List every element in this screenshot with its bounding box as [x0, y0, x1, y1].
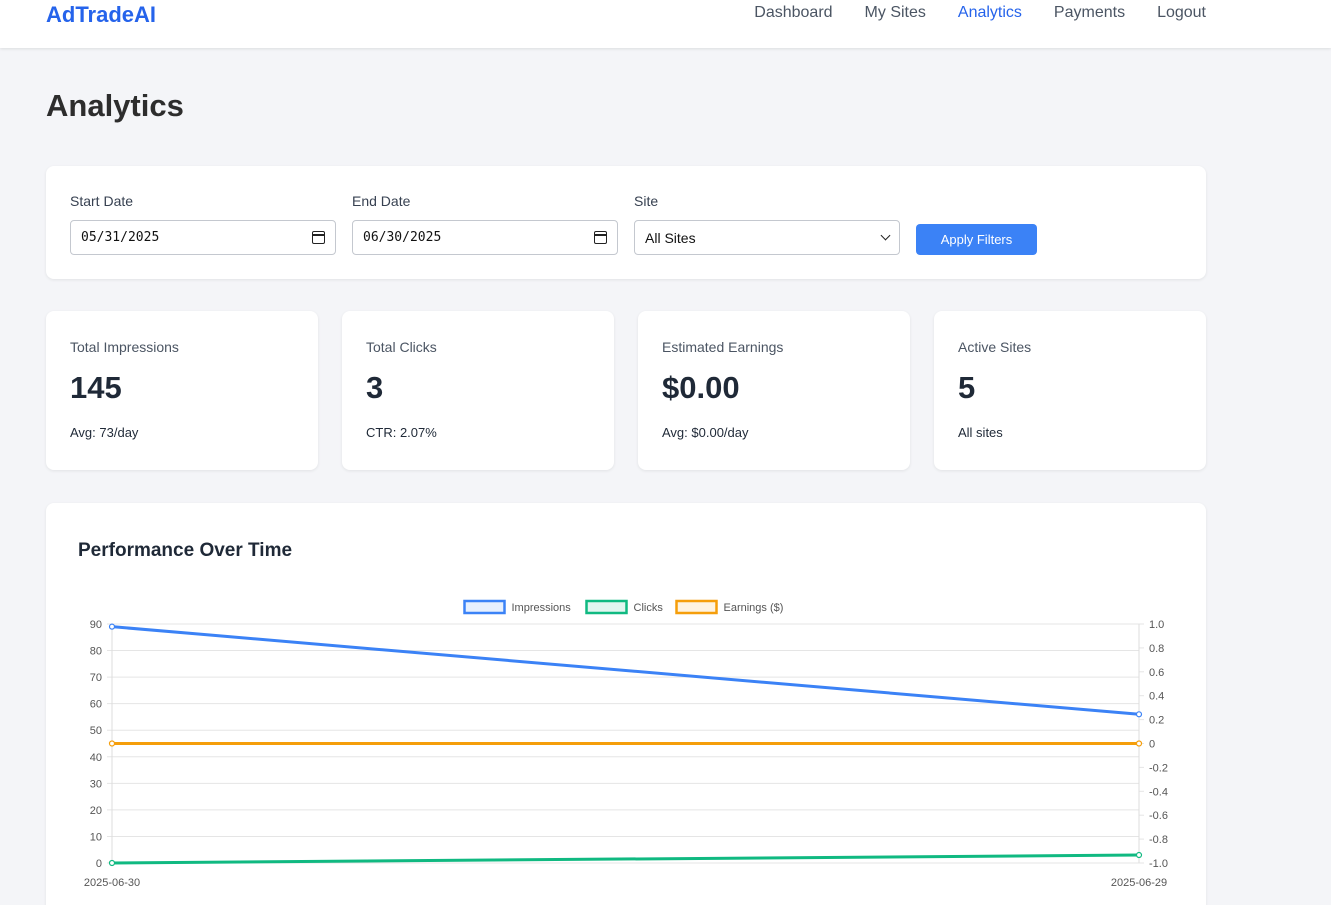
y-tick-label: 70: [90, 672, 102, 684]
apply-filters-button[interactable]: Apply Filters: [916, 224, 1037, 255]
data-point: [1135, 851, 1143, 859]
start-date-input[interactable]: 05/31/2025: [70, 220, 336, 255]
y2-tick-label: -0.6: [1149, 810, 1168, 822]
nav-analytics[interactable]: Analytics: [958, 4, 1022, 22]
calendar-icon[interactable]: [594, 231, 607, 244]
y2-tick-label: -0.8: [1149, 834, 1168, 846]
y2-tick-label: 1.0: [1149, 619, 1164, 631]
legend-label: Impressions: [512, 602, 572, 614]
data-point: [108, 740, 116, 747]
y2-tick-label: -1.0: [1149, 858, 1168, 870]
stat-card-earnings: Estimated Earnings $0.00 Avg: $0.00/day: [638, 311, 910, 470]
stat-card-impressions: Total Impressions 145 Avg: 73/day: [46, 311, 318, 470]
start-date-group: Start Date 05/31/2025: [70, 193, 336, 255]
y-tick-label: 20: [90, 805, 102, 817]
brand-logo[interactable]: AdTradeAI: [46, 2, 156, 28]
site-select-value: All Sites: [645, 229, 696, 246]
stat-label: Total Clicks: [366, 339, 437, 355]
end-date-input[interactable]: 06/30/2025: [352, 220, 618, 255]
site-select[interactable]: All Sites: [634, 220, 900, 255]
nav-logout[interactable]: Logout: [1157, 4, 1206, 22]
site-group: Site All Sites: [634, 193, 900, 255]
chevron-down-icon: [880, 230, 891, 241]
y-tick-label: 60: [90, 699, 102, 711]
stat-label: Total Impressions: [70, 339, 179, 355]
end-date-group: End Date 06/30/2025: [352, 193, 618, 255]
stat-subtext: Avg: 73/day: [70, 425, 139, 440]
filters-panel: Start Date 05/31/2025 End Date 06/30/202…: [46, 166, 1206, 279]
start-date-value: 05/31/2025: [81, 230, 160, 245]
stat-value: 145: [70, 370, 122, 405]
calendar-icon[interactable]: [312, 231, 325, 244]
y-tick-label: 40: [90, 752, 102, 764]
data-point: [108, 623, 116, 630]
y-tick-label: 50: [90, 725, 102, 737]
series-line: [111, 853, 1140, 865]
y2-tick-label: 0.2: [1149, 715, 1164, 727]
stat-card-clicks: Total Clicks 3 CTR: 2.07%: [342, 311, 614, 470]
x-tick-label: 2025-06-30: [84, 877, 140, 889]
legend-label: Earnings ($): [724, 602, 784, 614]
stat-label: Active Sites: [958, 339, 1032, 355]
data-point: [1135, 740, 1143, 747]
stat-value: 5: [958, 370, 976, 405]
nav-payments[interactable]: Payments: [1054, 4, 1125, 22]
performance-chart: 0 10 20 30 40 50 60 70 80 90 -1.0 -0.8 -0.6 -0.4 -0.2 0…: [84, 599, 1168, 889]
legend-label: Clicks: [634, 602, 664, 614]
nav-links: Dashboard My Sites Analytics Payments Lo…: [754, 4, 1206, 22]
stat-subtext: CTR: 2.07%: [366, 425, 437, 440]
nav-dashboard[interactable]: Dashboard: [754, 4, 832, 22]
y2-tick-label: -0.4: [1149, 786, 1168, 798]
end-date-value: 06/30/2025: [363, 230, 442, 245]
y2-tick-label: -0.2: [1149, 762, 1168, 774]
legend-swatch: [463, 599, 506, 615]
y-tick-label: 10: [90, 831, 102, 843]
stat-card-active-sites: Active Sites 5 All sites: [934, 311, 1206, 470]
stat-subtext: Avg: $0.00/day: [662, 425, 749, 440]
legend-swatch: [585, 599, 628, 615]
nav-my-sites[interactable]: My Sites: [865, 4, 926, 22]
series-line: [111, 625, 1140, 716]
stat-value: 3: [366, 370, 384, 405]
y2-tick-label: 0.4: [1149, 691, 1164, 703]
y-tick-label: 80: [90, 646, 102, 658]
y2-tick-label: 0: [1149, 739, 1155, 751]
stat-subtext: All sites: [958, 425, 1003, 440]
stat-label: Estimated Earnings: [662, 339, 784, 355]
y-tick-label: 0: [96, 858, 102, 870]
y-tick-label: 30: [90, 778, 102, 790]
y2-tick-label: 0.8: [1149, 643, 1164, 655]
site-label: Site: [634, 193, 659, 209]
start-date-label: Start Date: [70, 193, 134, 209]
y2-tick-label: 0.6: [1149, 667, 1164, 679]
data-point: [108, 859, 116, 867]
y-tick-label: 90: [90, 619, 102, 631]
legend-swatch: [675, 599, 718, 615]
x-tick-label: 2025-06-29: [1111, 877, 1167, 889]
performance-chart-card: Performance Over Time 0 10 20 30 40 50 60 70 80 9…: [46, 503, 1206, 905]
end-date-label: End Date: [352, 193, 411, 209]
stat-value: $0.00: [662, 370, 740, 405]
data-point: [1135, 711, 1143, 718]
top-navbar: AdTradeAI Dashboard My Sites Analytics P…: [0, 0, 1331, 48]
page-title: Analytics: [46, 88, 184, 123]
